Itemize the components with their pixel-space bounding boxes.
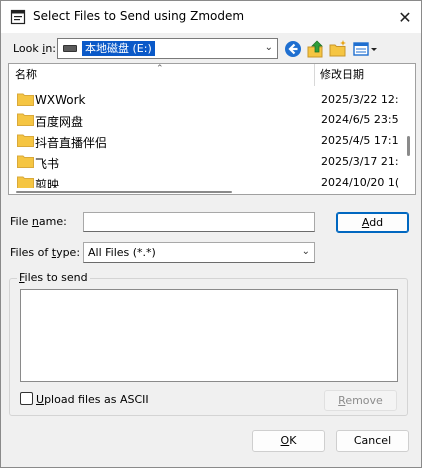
file-name-label-part: File <box>10 215 32 228</box>
list-item[interactable]: 抖音直播伴侣 2025/4/5 17:1 <box>9 131 401 151</box>
up-folder-icon[interactable] <box>306 39 326 59</box>
files-to-send-label: Files to send <box>17 271 90 284</box>
file-name-input[interactable] <box>83 212 315 232</box>
file-modified: 2025/4/5 17:1 <box>321 134 399 147</box>
ok-button-label: K <box>289 434 297 447</box>
chevron-down-icon: ⌄ <box>264 42 273 53</box>
upload-ascii-checkbox[interactable] <box>20 392 33 405</box>
ok-button-mnemonic: O <box>280 434 290 447</box>
column-header-name[interactable]: 名称 <box>15 64 37 86</box>
vertical-scroll-thumb[interactable] <box>407 136 410 156</box>
horizontal-scrollbar[interactable] <box>9 188 401 194</box>
folder-icon <box>17 93 34 106</box>
folder-icon <box>17 155 34 168</box>
window-title: Select Files to Send using Zmodem <box>33 9 245 23</box>
look-in-combobox[interactable]: 本地磁盘 (E:) ⌄ <box>57 38 278 59</box>
file-type-label: Files of type: <box>10 246 80 259</box>
folder-icon <box>17 134 34 147</box>
remove-button-label: emove <box>345 394 383 407</box>
upload-ascii-label[interactable]: Upload files as ASCII <box>36 393 149 406</box>
look-in-label-part: Look <box>13 42 43 55</box>
file-name-label-mnemonic: n <box>31 215 39 228</box>
look-in-value: 本地磁盘 (E:) <box>81 40 156 57</box>
look-in-label-part: n: <box>45 42 57 55</box>
file-list[interactable]: ⌃ 名称 修改日期 WXWork 2025/3/22 12: 百度网盘 2024… <box>8 63 416 195</box>
look-in-label: Look in: <box>13 42 56 55</box>
column-separator[interactable] <box>314 64 315 86</box>
title-bar[interactable]: Select Files to Send using Zmodem ✕ <box>1 1 421 33</box>
file-name: 抖音直播伴侣 <box>35 136 108 150</box>
vertical-scrollbar[interactable] <box>402 64 415 194</box>
ok-button[interactable]: OK <box>252 430 325 452</box>
upload-ascii-label-text: pload files as ASCII <box>44 393 149 406</box>
file-modified: 2025/3/22 12: <box>321 93 399 106</box>
add-button-label: dd <box>369 216 384 229</box>
file-type-label-part: ype: <box>56 246 81 259</box>
drive-icon <box>63 45 77 52</box>
new-folder-icon[interactable] <box>328 39 348 59</box>
close-icon: ✕ <box>398 7 412 27</box>
files-to-send-label-text: iles to send <box>24 271 88 284</box>
view-menu-icon[interactable] <box>352 39 378 59</box>
files-to-send-list[interactable] <box>20 289 398 382</box>
sort-up-icon: ⌃ <box>156 64 164 74</box>
file-modified: 2025/3/17 21: <box>321 155 399 168</box>
file-name-label: File name: <box>10 215 67 228</box>
cancel-button-label: Cancel <box>353 434 392 447</box>
file-name: 飞书 <box>35 157 60 171</box>
file-name: WXWork <box>35 93 86 107</box>
back-icon[interactable] <box>283 39 303 59</box>
close-button[interactable]: ✕ <box>393 5 417 29</box>
file-name: 百度网盘 <box>35 115 84 129</box>
list-item[interactable]: 百度网盘 2024/6/5 23:5 <box>9 110 401 130</box>
file-type-value: All Files (*.*) <box>88 246 156 259</box>
horizontal-scroll-thumb[interactable] <box>16 191 232 193</box>
column-header-modified[interactable]: 修改日期 <box>320 64 364 86</box>
folder-icon <box>17 113 34 126</box>
list-item[interactable]: WXWork 2025/3/22 12: <box>9 90 401 110</box>
cancel-button[interactable]: Cancel <box>336 430 409 452</box>
file-type-select[interactable]: All Files (*.*) ⌄ <box>83 242 315 263</box>
file-modified: 2024/6/5 23:5 <box>321 113 399 126</box>
add-button[interactable]: Add <box>336 212 409 233</box>
list-item[interactable]: 飞书 2025/3/17 21: <box>9 152 401 172</box>
file-type-label-part: Files of <box>10 246 52 259</box>
zmodem-send-dialog: Select Files to Send using Zmodem ✕ Look… <box>0 0 422 468</box>
terminal-app-icon <box>10 9 26 25</box>
file-name-label-part: ame: <box>38 215 67 228</box>
chevron-down-icon: ⌄ <box>301 246 310 257</box>
remove-button[interactable]: Remove <box>324 390 397 411</box>
upload-ascii-mnemonic: U <box>36 393 45 406</box>
